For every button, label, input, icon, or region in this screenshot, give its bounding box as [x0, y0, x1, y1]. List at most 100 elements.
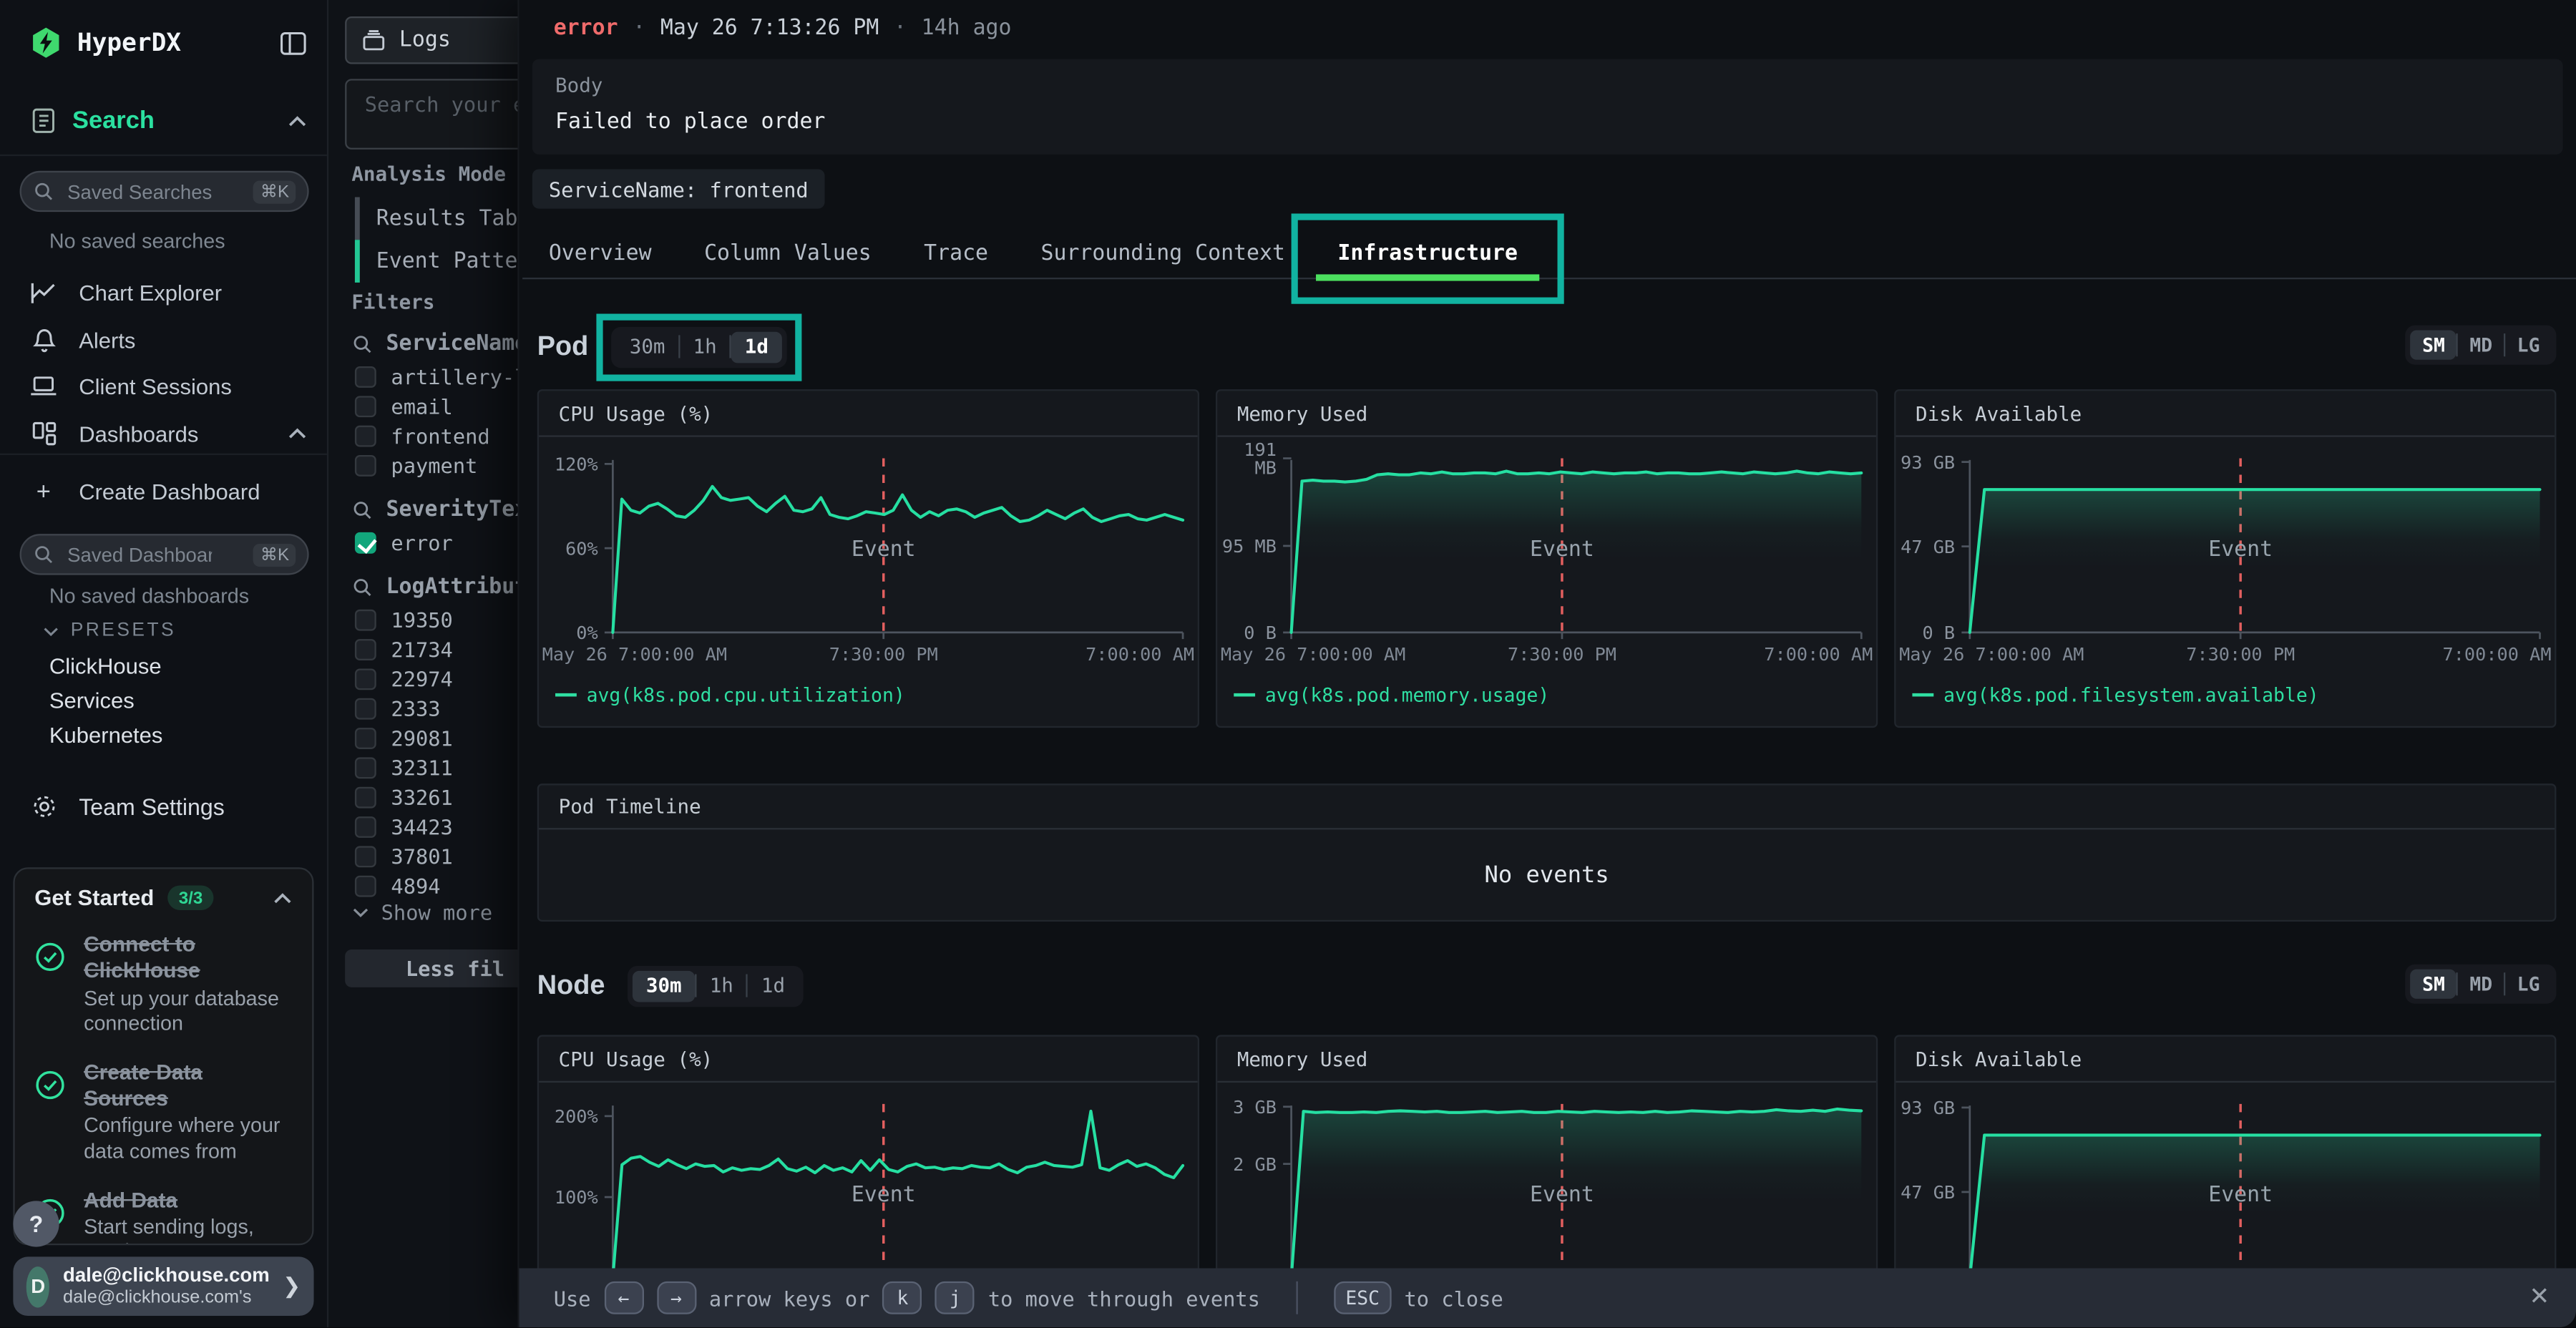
checkbox[interactable] [355, 609, 376, 630]
filter-option-email[interactable]: email [355, 391, 453, 420]
sidebar-item-chart-explorer[interactable]: Chart Explorer [29, 270, 307, 316]
checkbox[interactable] [355, 756, 376, 778]
checkbox[interactable] [355, 454, 376, 476]
close-panel-icon[interactable]: ✕ [2529, 1282, 2550, 1312]
create-dashboard-button[interactable]: + Create Dashboard [29, 468, 307, 514]
sidebar-item-team-settings[interactable]: Team Settings [29, 783, 307, 829]
source-select-value: Logs [399, 28, 451, 52]
sidebar-item-dashboards[interactable]: Dashboards [29, 411, 307, 456]
user-menu[interactable]: D dale@clickhouse.com dale@clickhouse.co… [13, 1256, 313, 1316]
get-started-item-desc: Start sending logs, metrics, or traces [84, 1215, 293, 1245]
filter-option-33261[interactable]: 33261 [355, 782, 453, 811]
presets-toggle[interactable]: PRESETS [43, 621, 176, 641]
sidebar-item-alerts[interactable]: Alerts [29, 317, 307, 363]
node-range-30m[interactable]: 30m [633, 970, 696, 1002]
checkbox[interactable] [355, 816, 376, 837]
filter-option-37801[interactable]: 37801 [355, 841, 453, 871]
tab-column-values[interactable]: Column Values [678, 228, 897, 278]
preset-dashboard-kubernetes[interactable]: Kubernetes [49, 723, 163, 747]
collapse-sidebar-icon[interactable] [279, 30, 307, 54]
pod-size-md[interactable]: MD [2458, 330, 2504, 359]
saved-searches-search[interactable]: ⌘K [20, 171, 309, 212]
checkbox[interactable] [355, 532, 376, 553]
get-started-item[interactable]: Connect to ClickHouseSet up your databas… [34, 932, 292, 1038]
tab-infrastructure[interactable]: Infrastructure [1312, 228, 1544, 278]
node-size-lg[interactable]: LG [2506, 970, 2552, 999]
filter-option-29081[interactable]: 29081 [355, 723, 453, 752]
preset-dashboard-services[interactable]: Services [49, 688, 135, 713]
tab-overview[interactable]: Overview [522, 228, 678, 278]
chart-plot: 93 GB47 GB0 BMay 26 7:00:00 AM7:30:00 PM… [1896, 437, 2555, 682]
get-started-item[interactable]: Add DataStart sending logs, metrics, or … [34, 1187, 292, 1246]
checkbox[interactable] [355, 638, 376, 660]
saved-dashboards-input[interactable] [64, 542, 215, 568]
tab-surrounding-context[interactable]: Surrounding Context [1015, 228, 1312, 278]
tab-trace[interactable]: Trace [897, 228, 1014, 278]
hyperdx-logo-icon [29, 26, 62, 59]
svg-text:93 GB: 93 GB [1901, 1098, 1955, 1118]
filter-option-frontend[interactable]: frontend [355, 421, 490, 450]
checkbox[interactable] [355, 845, 376, 866]
svg-text:7:00:00 AM: 7:00:00 AM [1085, 644, 1194, 665]
filter-group-servicename[interactable]: ServiceName [351, 332, 527, 356]
search-icon [351, 499, 373, 521]
pod-range-1h[interactable]: 1h [680, 331, 730, 363]
presets-label: PRESETS [71, 621, 176, 641]
svg-text:0 B: 0 B [1923, 622, 1956, 643]
checkbox[interactable] [355, 875, 376, 897]
svg-text:7:30:00 PM: 7:30:00 PM [2186, 644, 2295, 665]
svg-text:3 GB: 3 GB [1233, 1097, 1277, 1118]
svg-text:200%: 200% [555, 1106, 598, 1127]
checkbox[interactable] [355, 395, 376, 416]
filter-option-19350[interactable]: 19350 [355, 605, 453, 634]
sidebar-item-search[interactable]: Search [29, 107, 307, 135]
svg-text:93 GB: 93 GB [1901, 452, 1955, 473]
node-range-1h[interactable]: 1h [696, 970, 746, 1002]
filter-option-34423[interactable]: 34423 [355, 811, 453, 841]
filter-option-error[interactable]: error [355, 527, 453, 557]
filter-option-2333[interactable]: 2333 [355, 693, 441, 723]
sidebar: HyperDX Search ⌘K No saved sear [0, 0, 328, 1328]
saved-searches-input[interactable] [64, 178, 215, 205]
pod-size-sm[interactable]: SM [2411, 330, 2457, 359]
node-range-1d[interactable]: 1d [748, 970, 799, 1002]
chevron-up-icon[interactable] [273, 892, 293, 904]
sidebar-item-label: Client Sessions [79, 374, 232, 398]
filter-option-32311[interactable]: 32311 [355, 753, 453, 782]
checkbox[interactable] [355, 668, 376, 689]
svg-text:95 MB: 95 MB [1222, 536, 1277, 557]
get-started-item-title: Add Data [84, 1187, 293, 1214]
filter-group-severitytext[interactable]: SeverityText [351, 498, 540, 522]
filter-option-4894[interactable]: 4894 [355, 871, 441, 900]
filter-option-22974[interactable]: 22974 [355, 664, 453, 693]
checkbox[interactable] [355, 366, 376, 387]
user-email: dale@clickhouse.com [63, 1264, 270, 1287]
service-name-chip[interactable]: ServiceName: frontend [532, 169, 825, 208]
chart-legend: avg(k8s.pod.filesystem.available) [1896, 682, 2555, 708]
filter-option-21734[interactable]: 21734 [355, 634, 453, 663]
svg-text:0 B: 0 B [1244, 622, 1277, 643]
show-more-button[interactable]: Show more [351, 900, 492, 924]
team-settings-label: Team Settings [79, 794, 225, 820]
node-size-sm[interactable]: SM [2411, 970, 2457, 999]
arrow-right-key: → [656, 1282, 696, 1315]
preset-dashboard-clickhouse[interactable]: ClickHouse [49, 654, 162, 678]
checkbox[interactable] [355, 727, 376, 748]
checkbox[interactable] [355, 424, 376, 446]
event-body-card: Body Failed to place order [532, 59, 2563, 155]
event-relative-time: 14h ago [922, 16, 1012, 41]
saved-dashboards-search[interactable]: ⌘K [20, 534, 309, 575]
svg-text:2 GB: 2 GB [1233, 1154, 1277, 1175]
sidebar-item-label: Alerts [79, 328, 135, 352]
node-size-md[interactable]: MD [2458, 970, 2504, 999]
get-started-item[interactable]: Create Data SourcesConfigure where your … [34, 1059, 292, 1166]
filter-option-payment[interactable]: payment [355, 450, 477, 479]
chart-title: CPU Usage (%) [539, 391, 1198, 436]
checkbox[interactable] [355, 786, 376, 808]
pod-range-1d[interactable]: 1d [731, 331, 781, 363]
pod-range-30m[interactable]: 30m [616, 331, 678, 363]
sidebar-item-client-sessions[interactable]: Client Sessions [29, 363, 307, 409]
checkbox[interactable] [355, 698, 376, 719]
help-button[interactable]: ? [13, 1201, 59, 1246]
pod-size-lg[interactable]: LG [2506, 330, 2552, 359]
